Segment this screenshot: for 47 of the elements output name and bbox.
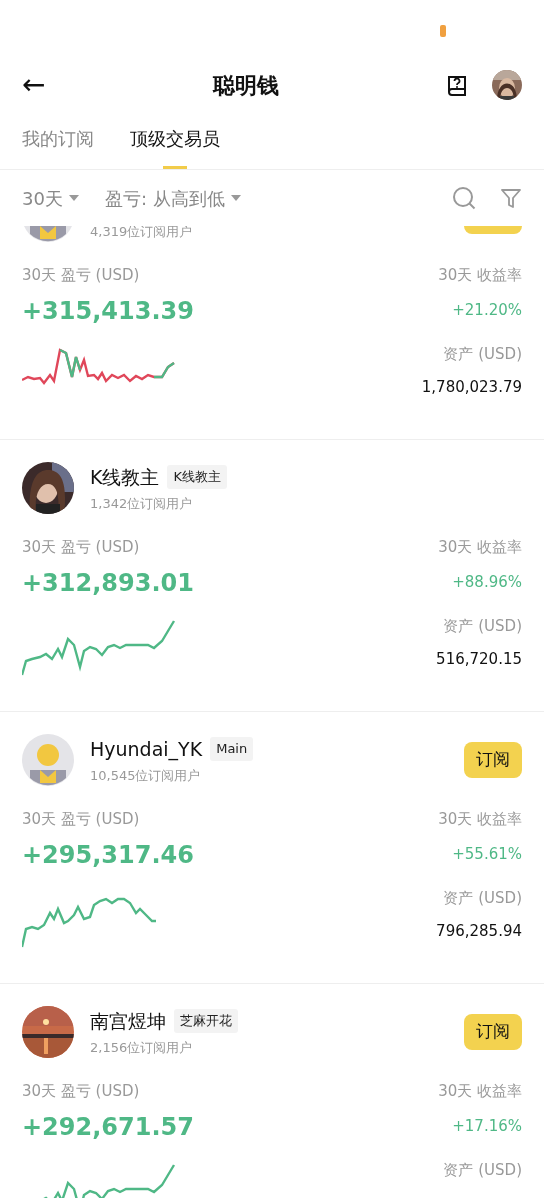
filter-icon[interactable] [500, 187, 522, 209]
caret-icon [68, 195, 79, 201]
filter-dropdown[interactable]: 30天 [22, 184, 79, 212]
back-button[interactable]: ← [22, 71, 46, 99]
pnl-value: +312,893.01 [22, 567, 194, 599]
roi-label: 30天 收益率 [437, 265, 522, 286]
trader-name: K线教主 [90, 464, 160, 490]
subscriber-count: 1,342位订阅用户 [90, 495, 194, 513]
roi-value: +21.20% [451, 299, 522, 321]
page-title: 聪明钱 [212, 71, 279, 100]
assets-label: 资产 (USD) [442, 616, 522, 637]
search-icon[interactable] [452, 186, 476, 210]
assets-value: 1,780,023.79 [421, 376, 522, 398]
trader-tag: K线教主 [167, 465, 227, 489]
trader-name: 南宫煜坤 [90, 1008, 166, 1034]
filter-dropdown[interactable]: 盈亏: 从高到低 [104, 184, 241, 212]
trader-tag: 芝麻开花 [174, 1009, 238, 1033]
roi-value: +55.61% [451, 843, 522, 865]
subscriber-count: 2,156位订阅用户 [90, 1039, 194, 1057]
roi-label: 30天 收益率 [437, 809, 522, 830]
pnl-label: 30天 盈亏 (USD) [22, 1081, 141, 1102]
roi-label: 30天 收益率 [437, 537, 522, 558]
pnl-value: +292,671.57 [22, 1111, 194, 1143]
assets-value: 796,285.94 [436, 920, 522, 942]
assets-value: 516,720.15 [436, 648, 522, 670]
assets-label: 资产 (USD) [442, 888, 522, 909]
assets-label: 资产 (USD) [442, 1160, 522, 1181]
subscribe-button[interactable]: 订阅 [464, 742, 522, 778]
pnl-value: +295,317.46 [22, 839, 194, 871]
default-avatar-icon [22, 734, 74, 786]
trader-name: Hyundai_YK [90, 736, 203, 763]
roi-label: 30天 收益率 [438, 1081, 522, 1102]
pnl-label: 30天 盈亏 (USD) [22, 265, 141, 286]
subscribe-button[interactable]: 订阅 [464, 1014, 522, 1050]
pnl-value: +315,413.39 [22, 295, 194, 327]
assets-label: 资产 (USD) [442, 344, 522, 365]
pnl-label: 30天 盈亏 (USD) [22, 809, 141, 830]
caret-icon [230, 195, 241, 201]
trader-tag: Main [210, 737, 254, 761]
roi-value: +17.16% [451, 1115, 522, 1137]
roi-value: +88.96% [451, 571, 522, 593]
subscriber-count: 10,545位订阅用户 [90, 767, 202, 785]
tab[interactable]: 顶级交易员 [130, 118, 220, 169]
status-indicator-icon [440, 25, 446, 37]
pnl-label: 30天 盈亏 (USD) [22, 537, 141, 558]
tab[interactable]: 我的订阅 [22, 118, 94, 169]
help-book-icon[interactable] [446, 73, 468, 97]
